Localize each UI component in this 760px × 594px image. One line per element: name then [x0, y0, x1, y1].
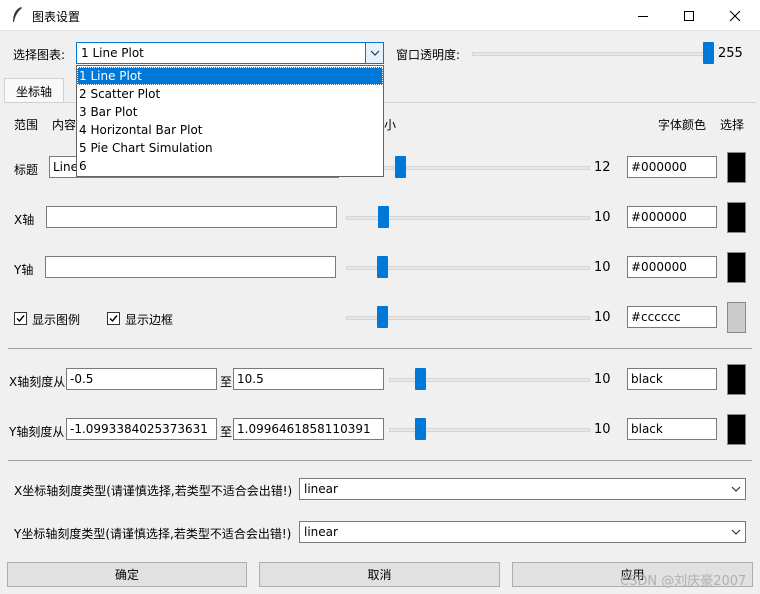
- xticks-color-input[interactable]: black: [627, 368, 717, 390]
- opacity-value: 255: [718, 46, 743, 61]
- yaxis-size-slider-thumb[interactable]: [377, 256, 388, 278]
- close-icon: [729, 10, 741, 21]
- dropdown-item[interactable]: 4 Horizontal Bar Plot: [77, 121, 383, 139]
- xticks-from-input[interactable]: -0.5: [66, 368, 217, 390]
- legend-color-swatch[interactable]: [727, 302, 746, 333]
- xaxis-color-input[interactable]: #000000: [627, 206, 717, 228]
- legend-color-input[interactable]: #cccccc: [627, 306, 717, 328]
- title-size-slider-thumb[interactable]: [395, 156, 406, 178]
- yaxis-row-label: Y轴: [14, 263, 34, 277]
- xaxis-color-swatch[interactable]: [727, 202, 746, 233]
- dropdown-item[interactable]: 3 Bar Plot: [77, 103, 383, 121]
- opacity-slider-track[interactable]: [472, 52, 712, 56]
- header-font-color: 字体颜色: [658, 118, 707, 132]
- minimize-icon: [638, 15, 648, 17]
- header-size: 小: [384, 118, 397, 132]
- legend-size-value: 10: [594, 310, 611, 325]
- ok-button[interactable]: 确定: [7, 562, 247, 587]
- show-border-label: 显示边框: [125, 313, 174, 327]
- cancel-button[interactable]: 取消: [259, 562, 500, 587]
- xticks-to-input[interactable]: 10.5: [233, 368, 384, 390]
- xticks-color-swatch[interactable]: [727, 364, 746, 395]
- chart-select-value: 1 Line Plot: [81, 46, 144, 60]
- yticks-to-label: 至: [220, 425, 233, 439]
- xaxis-size-slider-thumb[interactable]: [378, 206, 389, 228]
- window-title: 图表设置: [32, 10, 81, 24]
- show-legend-checkbox[interactable]: [14, 312, 27, 325]
- chevron-down-icon[interactable]: [365, 43, 383, 63]
- yticks-label: Y轴刻度从: [9, 425, 65, 439]
- title-size-value: 12: [594, 160, 611, 175]
- xaxis-size-value: 10: [594, 210, 611, 225]
- yticks-color-swatch[interactable]: [727, 414, 746, 445]
- xticks-size-slider-thumb[interactable]: [415, 368, 426, 390]
- xaxis-row-label: X轴: [14, 213, 35, 227]
- show-border-checkbox[interactable]: [107, 312, 120, 325]
- close-button[interactable]: [712, 0, 758, 31]
- yticks-from-input[interactable]: -1.0993384025373631: [66, 418, 217, 440]
- header-range: 范围: [14, 118, 39, 132]
- yaxis-color-input[interactable]: #000000: [627, 256, 717, 278]
- yaxis-size-value: 10: [594, 260, 611, 275]
- legend-size-slider-thumb[interactable]: [377, 306, 388, 328]
- y-scale-select[interactable]: linear: [299, 521, 746, 543]
- show-legend-label: 显示图例: [32, 313, 81, 327]
- chevron-down-icon[interactable]: [727, 522, 745, 542]
- y-scale-value: linear: [304, 525, 338, 539]
- header-content: 内容: [52, 118, 77, 132]
- yticks-color-input[interactable]: black: [627, 418, 717, 440]
- minimize-button[interactable]: [620, 0, 666, 31]
- select-chart-label: 选择图表:: [13, 48, 66, 62]
- dropdown-item[interactable]: 5 Pie Chart Simulation: [77, 139, 383, 157]
- feather-icon: [13, 7, 22, 22]
- title-color-swatch[interactable]: [727, 152, 746, 183]
- separator: [8, 348, 752, 349]
- title-bar: 图表设置: [0, 0, 760, 31]
- separator: [8, 460, 752, 461]
- yaxis-color-swatch[interactable]: [727, 252, 746, 283]
- yticks-size-slider-thumb[interactable]: [415, 418, 426, 440]
- chart-select-dropdown[interactable]: 1 Line Plot 2 Scatter Plot 3 Bar Plot 4 …: [76, 65, 384, 177]
- title-color-input[interactable]: #000000: [627, 156, 717, 178]
- dropdown-item[interactable]: 6: [77, 157, 383, 175]
- maximize-icon: [684, 10, 694, 21]
- watermark: CSDN @刘庆豪2007: [620, 574, 747, 589]
- yticks-to-input[interactable]: 1.0996461858110391: [233, 418, 384, 440]
- checkmark-icon: [16, 315, 25, 323]
- chevron-down-icon[interactable]: [727, 479, 745, 499]
- xaxis-label-input[interactable]: [46, 206, 337, 228]
- x-scale-select[interactable]: linear: [299, 478, 746, 500]
- tab-axis[interactable]: 坐标轴: [4, 78, 64, 103]
- checkmark-icon: [109, 315, 118, 323]
- title-row-label: 标题: [14, 163, 39, 177]
- opacity-slider-thumb[interactable]: [703, 42, 714, 64]
- chart-select[interactable]: 1 Line Plot: [76, 42, 384, 64]
- yaxis-label-input[interactable]: [45, 256, 336, 278]
- opacity-label: 窗口透明度:: [396, 48, 461, 62]
- maximize-button[interactable]: [666, 0, 712, 31]
- xticks-to-label: 至: [220, 375, 233, 389]
- header-choose: 选择: [720, 118, 745, 132]
- xticks-label: X轴刻度从: [9, 375, 66, 389]
- x-scale-label: X坐标轴刻度类型(请谨慎选择,若类型不适合会出错!): [14, 484, 293, 498]
- xticks-size-value: 10: [594, 372, 611, 387]
- dropdown-item[interactable]: 1 Line Plot: [77, 67, 383, 85]
- x-scale-value: linear: [304, 482, 338, 496]
- yticks-size-value: 10: [594, 422, 611, 437]
- y-scale-label: Y坐标轴刻度类型(请谨慎选择,若类型不适合会出错!): [14, 527, 292, 541]
- dropdown-item[interactable]: 2 Scatter Plot: [77, 85, 383, 103]
